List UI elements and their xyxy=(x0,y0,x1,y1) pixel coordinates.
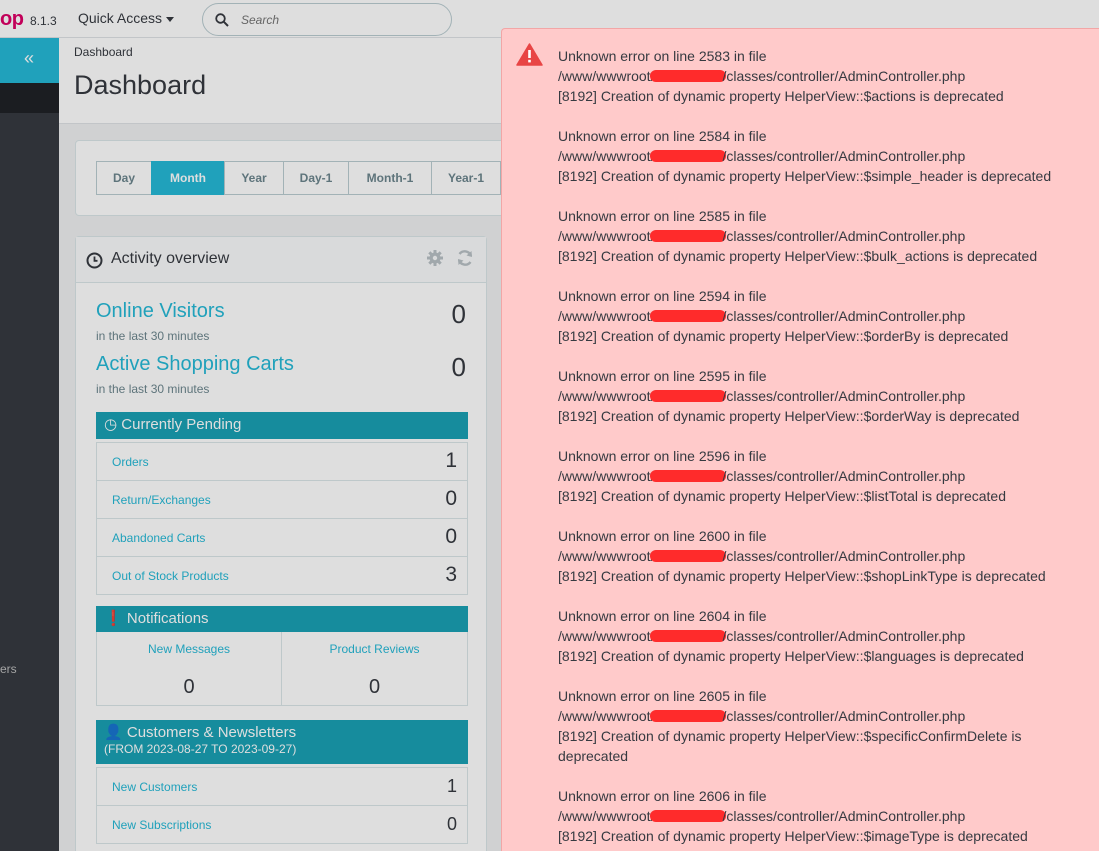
warning-icon xyxy=(516,43,543,66)
error-file: /www/wwwroot//classes/controller/AdminCo… xyxy=(558,228,966,244)
error-entry: Unknown error on line 2604 in file/www/w… xyxy=(558,606,1088,666)
error-line: Unknown error on line 2584 in file xyxy=(558,128,767,144)
error-file: /www/wwwroot//classes/controller/AdminCo… xyxy=(558,708,966,724)
error-file: /www/wwwroot//classes/controller/AdminCo… xyxy=(558,808,966,824)
error-message: [8192] Creation of dynamic property Help… xyxy=(558,568,1046,584)
redaction-mark xyxy=(650,810,727,822)
redaction-mark xyxy=(650,710,727,722)
error-entry: Unknown error on line 2583 in file/www/w… xyxy=(558,46,1088,106)
error-line: Unknown error on line 2600 in file xyxy=(558,528,767,544)
redaction-mark xyxy=(650,630,727,642)
error-message: [8192] Creation of dynamic property Help… xyxy=(558,328,1009,344)
error-line: Unknown error on line 2585 in file xyxy=(558,208,767,224)
error-entry: Unknown error on line 2606 in file/www/w… xyxy=(558,786,1088,846)
error-entry: Unknown error on line 2605 in file/www/w… xyxy=(558,686,1088,766)
redaction-mark xyxy=(650,390,727,402)
error-file: /www/wwwroot//classes/controller/AdminCo… xyxy=(558,308,966,324)
error-file: /www/wwwroot//classes/controller/AdminCo… xyxy=(558,628,966,644)
error-line: Unknown error on line 2595 in file xyxy=(558,368,767,384)
error-message: [8192] Creation of dynamic property Help… xyxy=(558,648,1024,664)
error-notification: Unknown error on line 2583 in file/www/w… xyxy=(501,28,1099,851)
error-line: Unknown error on line 2604 in file xyxy=(558,608,767,624)
redaction-mark xyxy=(650,550,727,562)
redaction-mark xyxy=(650,470,727,482)
error-entry: Unknown error on line 2600 in file/www/w… xyxy=(558,526,1088,586)
redaction-mark xyxy=(650,310,727,322)
redaction-mark xyxy=(650,230,727,242)
redaction-mark xyxy=(650,70,727,82)
error-entry: Unknown error on line 2594 in file/www/w… xyxy=(558,286,1088,346)
error-file: /www/wwwroot//classes/controller/AdminCo… xyxy=(558,388,966,404)
error-entry: Unknown error on line 2585 in file/www/w… xyxy=(558,206,1088,266)
error-file: /www/wwwroot//classes/controller/AdminCo… xyxy=(558,548,966,564)
error-file: /www/wwwroot//classes/controller/AdminCo… xyxy=(558,148,966,164)
error-message: [8192] Creation of dynamic property Help… xyxy=(558,88,1004,104)
error-file: /www/wwwroot//classes/controller/AdminCo… xyxy=(558,68,966,84)
error-list: Unknown error on line 2583 in file/www/w… xyxy=(558,46,1088,851)
error-message: [8192] Creation of dynamic property Help… xyxy=(558,248,1038,264)
error-message: [8192] Creation of dynamic property Help… xyxy=(558,488,1006,504)
error-entry: Unknown error on line 2596 in file/www/w… xyxy=(558,446,1088,506)
error-entry: Unknown error on line 2584 in file/www/w… xyxy=(558,126,1088,186)
error-message: [8192] Creation of dynamic property Help… xyxy=(558,168,1052,184)
error-message: [8192] Creation of dynamic property Help… xyxy=(558,728,1022,764)
error-message: [8192] Creation of dynamic property Help… xyxy=(558,828,1028,844)
error-entry: Unknown error on line 2595 in file/www/w… xyxy=(558,366,1088,426)
error-line: Unknown error on line 2583 in file xyxy=(558,48,767,64)
error-line: Unknown error on line 2605 in file xyxy=(558,688,767,704)
error-line: Unknown error on line 2594 in file xyxy=(558,288,767,304)
error-message: [8192] Creation of dynamic property Help… xyxy=(558,408,1020,424)
error-line: Unknown error on line 2606 in file xyxy=(558,788,767,804)
error-file: /www/wwwroot//classes/controller/AdminCo… xyxy=(558,468,966,484)
redaction-mark xyxy=(650,150,727,162)
error-line: Unknown error on line 2596 in file xyxy=(558,448,767,464)
